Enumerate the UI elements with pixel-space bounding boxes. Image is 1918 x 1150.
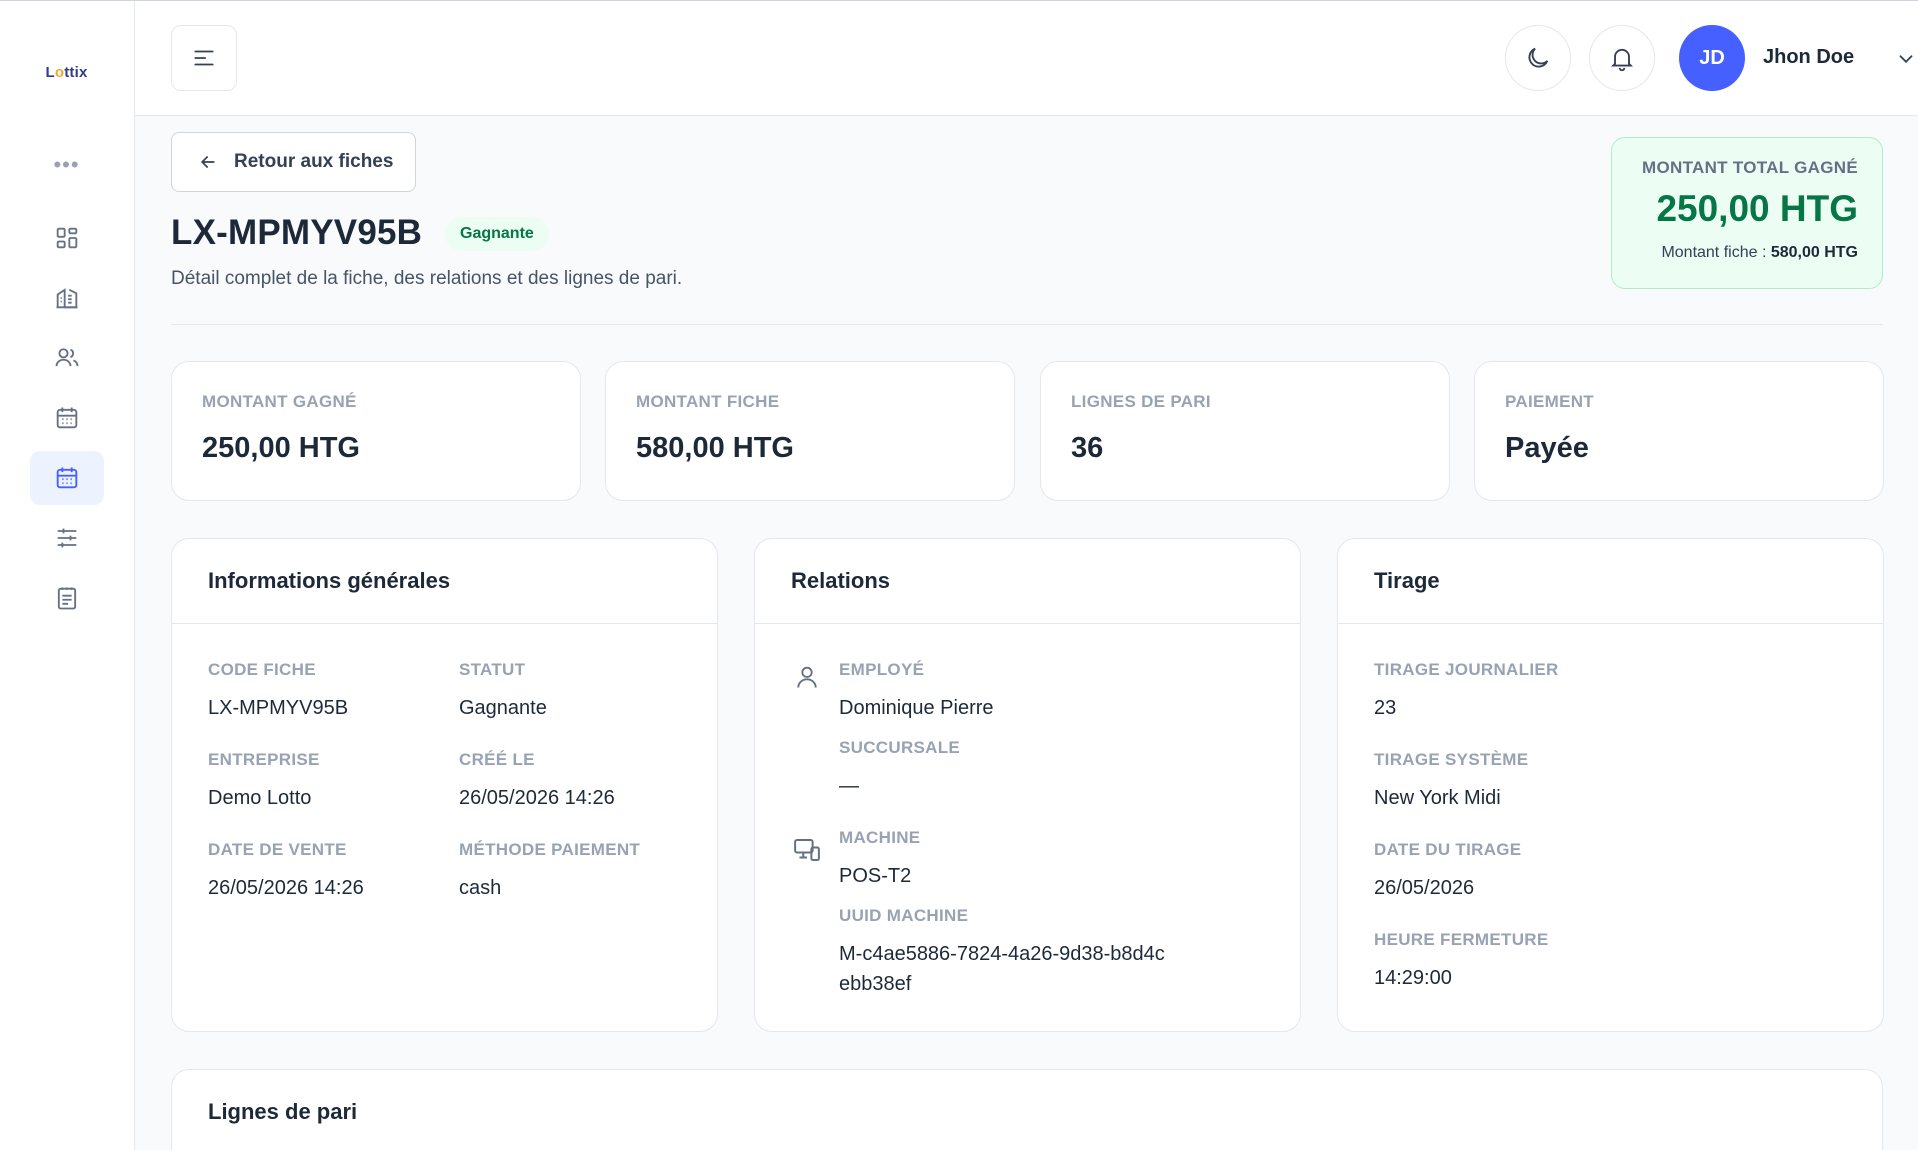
sidebar-item-companies[interactable] — [30, 271, 104, 325]
total-won-amount: 250,00 HTG — [1656, 188, 1858, 229]
sidebar: Lottix ••• — [0, 1, 135, 1150]
users-icon — [55, 348, 79, 367]
dashboard-icon — [56, 227, 78, 249]
field-company: ENTREPRISE Demo Lotto — [208, 750, 320, 809]
bell-icon — [1610, 48, 1634, 72]
field-system-draw: TIRAGE SYSTÈME New York Midi — [1374, 750, 1529, 809]
stat-value: 580,00 HTG — [636, 432, 794, 464]
top-header: JD Jhon Doe — [135, 1, 1918, 116]
sliders-icon — [57, 528, 77, 548]
stat-value: 36 — [1071, 432, 1104, 464]
field-sale-date: DATE DE VENTE 26/05/2026 14:26 — [208, 840, 364, 899]
user-icon — [793, 663, 821, 696]
avatar[interactable]: JD — [1679, 25, 1745, 91]
logo[interactable]: Lottix — [0, 64, 133, 81]
moon-icon — [1528, 47, 1549, 68]
stat-label: MONTANT FICHE — [636, 392, 780, 411]
stat-label: LIGNES DE PARI — [1071, 392, 1211, 411]
page-subtitle: Détail complet de la fiche, des relation… — [171, 268, 683, 289]
card-title: Lignes de pari — [208, 1099, 358, 1124]
menu-toggle-button[interactable] — [171, 25, 237, 91]
building-icon — [56, 288, 78, 309]
ticket-amount-summary: Montant fiche : 580,00 HTG — [1612, 244, 1858, 262]
stat-card-payment: PAIEMENT Payée — [1474, 361, 1884, 501]
sidebar-item-users[interactable] — [30, 331, 104, 385]
theme-toggle-button[interactable] — [1505, 25, 1571, 91]
field-machine: MACHINE POS-T2 — [839, 828, 921, 887]
field-status: STATUT Gagnante — [459, 660, 547, 719]
total-won-label: MONTANT TOTAL GAGNÉ — [1642, 158, 1858, 177]
stat-card-ticket-amount: MONTANT FICHE 580,00 HTG — [605, 361, 1015, 501]
total-won-card: MONTANT TOTAL GAGNÉ 250,00 HTG Montant f… — [1611, 137, 1883, 289]
sidebar-item-calendar[interactable] — [30, 391, 104, 445]
calendar-icon — [56, 467, 78, 489]
document-icon — [57, 587, 77, 610]
ticket-amount-label: Montant fiche : — [1661, 244, 1767, 261]
card-title: Relations — [755, 539, 1300, 624]
status-badge: Gagnante — [445, 217, 549, 251]
divider — [171, 324, 1883, 325]
card-title: Informations générales — [172, 539, 717, 624]
ticket-amount-value: 580,00 HTG — [1770, 244, 1858, 261]
draw-card: Tirage TIRAGE JOURNALIER 23 TIRAGE SYSTÈ… — [1337, 538, 1884, 1032]
back-button-label: Retour aux fiches — [234, 151, 394, 172]
field-daily-draw: TIRAGE JOURNALIER 23 — [1374, 660, 1559, 719]
user-name[interactable]: Jhon Doe — [1763, 46, 1854, 69]
sidebar-item-dashboard[interactable] — [30, 211, 104, 265]
general-info-card: Informations générales CODE FICHE LX-MPM… — [171, 538, 718, 1032]
sidebar-item-draws[interactable] — [30, 451, 104, 505]
bet-lines-card: Lignes de pari — [171, 1069, 1883, 1150]
stat-card-bet-lines: LIGNES DE PARI 36 — [1040, 361, 1450, 501]
notifications-button[interactable] — [1589, 25, 1655, 91]
field-payment-method: MÉTHODE PAIEMENT cash — [459, 840, 641, 899]
page-title: LX-MPMYV95B — [171, 213, 423, 252]
field-created: CRÉÉ LE 26/05/2026 14:26 — [459, 750, 615, 809]
field-draw-date: DATE DU TIRAGE 26/05/2026 — [1374, 840, 1522, 899]
card-title: Tirage — [1338, 539, 1883, 624]
sidebar-item-reports[interactable] — [30, 571, 104, 625]
stat-label: PAIEMENT — [1505, 392, 1594, 411]
field-machine-uuid: UUID MACHINE M-c4ae5886-7824-4a26-9d38-b… — [839, 906, 1165, 995]
stat-value: 250,00 HTG — [202, 432, 360, 464]
relations-card: Relations EMPLOYÉ Dominique Pierre SUCCU… — [754, 538, 1301, 1032]
field-branch: SUCCURSALE — — [839, 738, 961, 797]
back-to-tickets-button[interactable]: Retour aux fiches — [171, 132, 416, 192]
stat-label: MONTANT GAGNÉ — [202, 392, 357, 411]
field-close-time: HEURE FERMETURE 14:29:00 — [1374, 930, 1549, 989]
field-code: CODE FICHE LX-MPMYV95B — [208, 660, 349, 719]
stat-value: Payée — [1505, 432, 1589, 464]
sidebar-item-settings[interactable] — [30, 511, 104, 565]
stat-card-won: MONTANT GAGNÉ 250,00 HTG — [171, 361, 581, 501]
more-icon[interactable]: ••• — [0, 154, 133, 176]
arrow-left-icon — [200, 156, 215, 168]
calendar-icon — [56, 407, 78, 429]
devices-icon — [792, 835, 822, 870]
chevron-down-icon[interactable] — [1895, 48, 1917, 75]
field-employee: EMPLOYÉ Dominique Pierre — [839, 660, 994, 719]
menu-icon — [194, 50, 214, 66]
